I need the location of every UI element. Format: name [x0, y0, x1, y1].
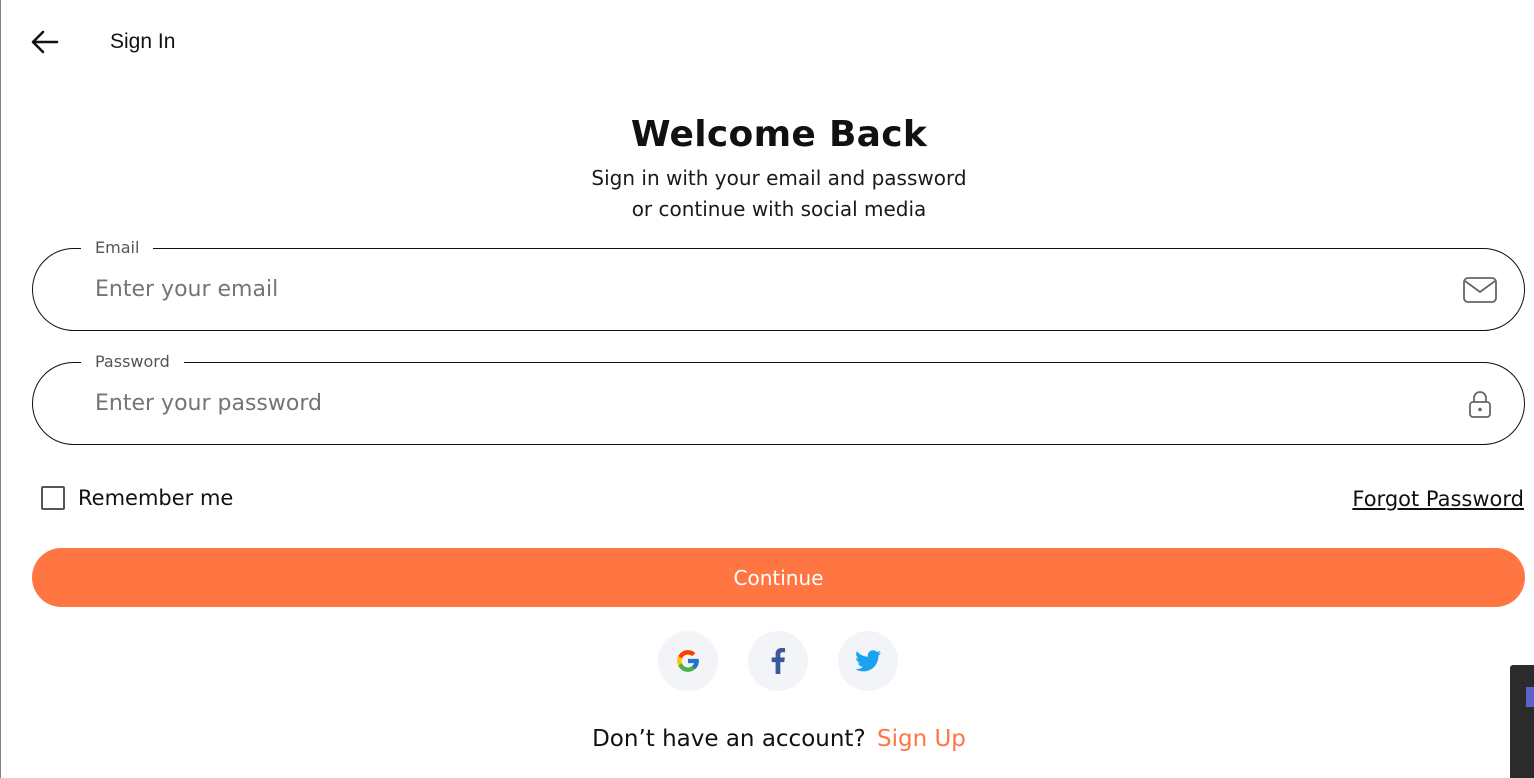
- signup-link[interactable]: Sign Up: [877, 726, 966, 752]
- signup-prompt: Don’t have an account? Sign Up: [1, 726, 1534, 752]
- continue-button[interactable]: Continue: [32, 548, 1525, 607]
- google-icon: [677, 650, 699, 672]
- sign-in-screen: Sign In Welcome Back Sign in with your e…: [0, 0, 1534, 778]
- mail-icon: [1462, 275, 1498, 305]
- subtitle-line-2: or continue with social media: [631, 197, 927, 221]
- social-login-row: [658, 631, 898, 691]
- email-field[interactable]: Email: [32, 237, 1525, 331]
- facebook-login-button[interactable]: [748, 631, 808, 691]
- page-title: Welcome Back: [630, 114, 928, 155]
- forgot-password-link[interactable]: Forgot Password: [1352, 487, 1524, 511]
- page-subtitle: Sign in with your email and password or …: [1, 163, 1534, 225]
- remember-me[interactable]: Remember me: [41, 486, 233, 510]
- remember-me-label: Remember me: [78, 486, 234, 510]
- password-input[interactable]: [95, 363, 1435, 443]
- remember-me-checkbox[interactable]: [41, 486, 65, 510]
- back-button[interactable]: [27, 24, 63, 60]
- email-input[interactable]: [95, 249, 1435, 329]
- app-bar: Sign In: [1, 0, 1534, 84]
- arrow-left-icon: [31, 30, 59, 54]
- subtitle-line-1: Sign in with your email and password: [591, 166, 967, 190]
- google-login-button[interactable]: [658, 631, 718, 691]
- facebook-icon: [771, 648, 786, 674]
- lock-icon: [1462, 389, 1498, 419]
- overlay-widget: [1510, 665, 1534, 778]
- password-field[interactable]: Password: [32, 351, 1525, 445]
- app-bar-title: Sign In: [110, 30, 176, 53]
- twitter-icon: [855, 650, 881, 672]
- signup-prompt-text: Don’t have an account?: [592, 726, 866, 752]
- twitter-login-button[interactable]: [838, 631, 898, 691]
